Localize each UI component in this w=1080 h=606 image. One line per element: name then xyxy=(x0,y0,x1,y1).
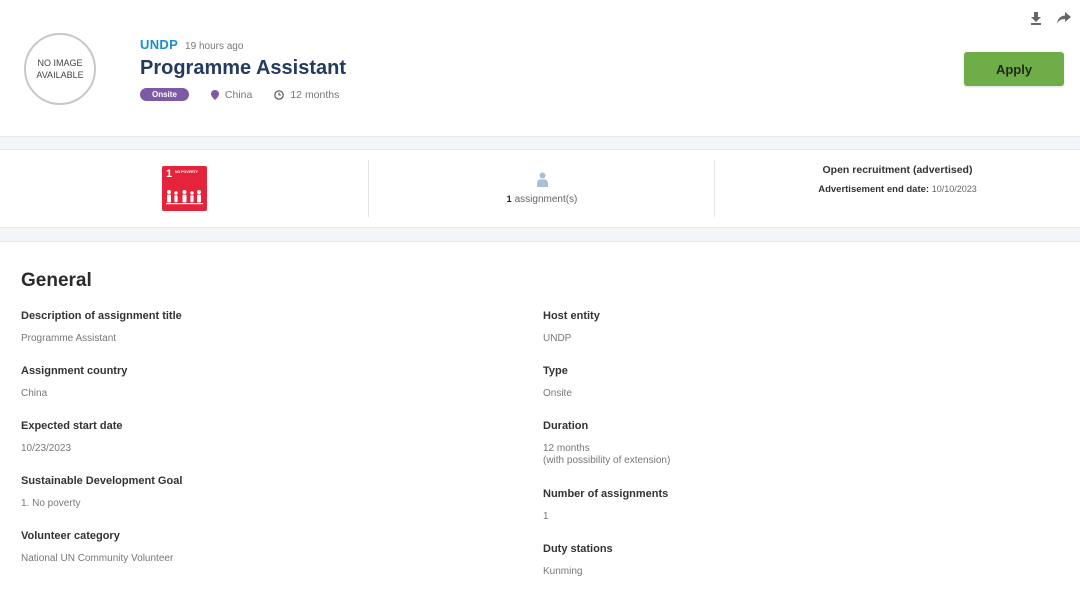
person-icon xyxy=(536,172,548,187)
field-value: Kunming xyxy=(543,566,583,577)
field-value: 1 xyxy=(543,511,549,522)
field-host-entity: Host entity UNDP xyxy=(543,310,600,345)
field-label: Volunteer category xyxy=(21,530,120,542)
field-label: Description of assignment title xyxy=(21,310,182,322)
divider-band xyxy=(0,136,1080,150)
download-icon[interactable] xyxy=(1028,10,1044,26)
recruitment-column: Open recruitment (advertised) Advertisem… xyxy=(715,150,1080,227)
page-title: Programme Assistant xyxy=(140,57,346,79)
logo-text-line2: AVAILABLE xyxy=(36,70,84,80)
field-label: Type xyxy=(543,365,568,377)
field-sub-value: (with possibility of extension) xyxy=(543,455,671,466)
location-text: China xyxy=(224,88,253,101)
field-label: Number of assignments xyxy=(543,488,669,500)
assignments-number: 1 xyxy=(506,194,512,204)
field-value: 10/23/2023 xyxy=(21,443,72,454)
duration-text: 12 months xyxy=(290,88,340,101)
assignments-count: 1 assignment(s) xyxy=(507,194,578,205)
field-value: Programme Assistant xyxy=(21,333,117,344)
org-line: UNDP 19 hours ago xyxy=(140,37,243,52)
field-value: National UN Community Volunteer xyxy=(21,553,174,564)
field-label: Host entity xyxy=(543,310,600,322)
recruitment-type: Open recruitment (advertised) xyxy=(822,164,973,176)
field-value: 12 months xyxy=(543,443,590,454)
sdg-tile-text: NO POVERTY xyxy=(175,170,198,174)
location-pin-icon xyxy=(210,89,219,100)
top-actions xyxy=(1028,10,1072,26)
job-header: NO IMAGE AVAILABLE UNDP 19 hours ago Pro… xyxy=(0,0,1080,136)
field-value: 1. No poverty xyxy=(21,498,81,509)
field-number-of-assignments: Number of assignments 1 xyxy=(543,488,668,523)
share-icon[interactable] xyxy=(1056,10,1072,26)
clock-icon xyxy=(274,89,285,100)
field-duration: Duration 12 months (with possibility of … xyxy=(543,420,670,467)
field-label: Duty stations xyxy=(543,543,613,555)
ad-end-value: 10/10/2023 xyxy=(931,184,977,194)
info-strip: 1 NO POVERTY 1 assignment(s) Open recruit… xyxy=(0,150,1080,227)
section-title-general: General xyxy=(21,270,92,291)
field-label: Duration xyxy=(543,420,589,432)
assignments-label: assignment(s) xyxy=(514,194,578,205)
field-value: Onsite xyxy=(543,388,572,399)
field-label: Assignment country xyxy=(21,365,128,377)
assignments-column: 1 assignment(s) xyxy=(369,150,715,227)
job-meta: Onsite China 12 months xyxy=(140,88,361,101)
org-logo-placeholder: NO IMAGE AVAILABLE xyxy=(24,33,96,105)
duration-meta: 12 months xyxy=(274,89,339,101)
location-meta: China xyxy=(210,88,253,101)
field-value: China xyxy=(21,388,48,399)
divider-band xyxy=(0,227,1080,242)
field-sdg: Sustainable Development Goal 1. No pover… xyxy=(21,475,182,510)
status-badge: Onsite xyxy=(140,88,189,101)
ad-end-label: Advertisement end date: xyxy=(818,184,930,195)
sdg-column: 1 NO POVERTY xyxy=(0,150,369,227)
sdg-1-no-poverty-icon[interactable]: 1 NO POVERTY xyxy=(162,166,207,211)
org-name-link[interactable]: UNDP xyxy=(140,37,178,52)
ad-end-date: Advertisement end date: 10/10/2023 xyxy=(818,184,977,195)
field-volunteer-category: Volunteer category National UN Community… xyxy=(21,530,173,565)
field-type: Type Onsite xyxy=(543,365,572,400)
logo-text-line1: NO IMAGE xyxy=(37,58,83,68)
field-value: UNDP xyxy=(543,333,572,344)
apply-button[interactable]: Apply xyxy=(964,52,1064,86)
field-start-date: Expected start date 10/23/2023 xyxy=(21,420,122,455)
field-duty-stations: Duty stations Kunming xyxy=(543,543,613,578)
field-assignment-country: Assignment country China xyxy=(21,365,127,400)
field-label: Expected start date xyxy=(21,420,123,432)
posted-time: 19 hours ago xyxy=(185,41,244,52)
field-label: Sustainable Development Goal xyxy=(21,475,183,487)
sdg-number: 1 xyxy=(166,168,173,180)
field-assignment-title: Description of assignment title Programm… xyxy=(21,310,182,345)
